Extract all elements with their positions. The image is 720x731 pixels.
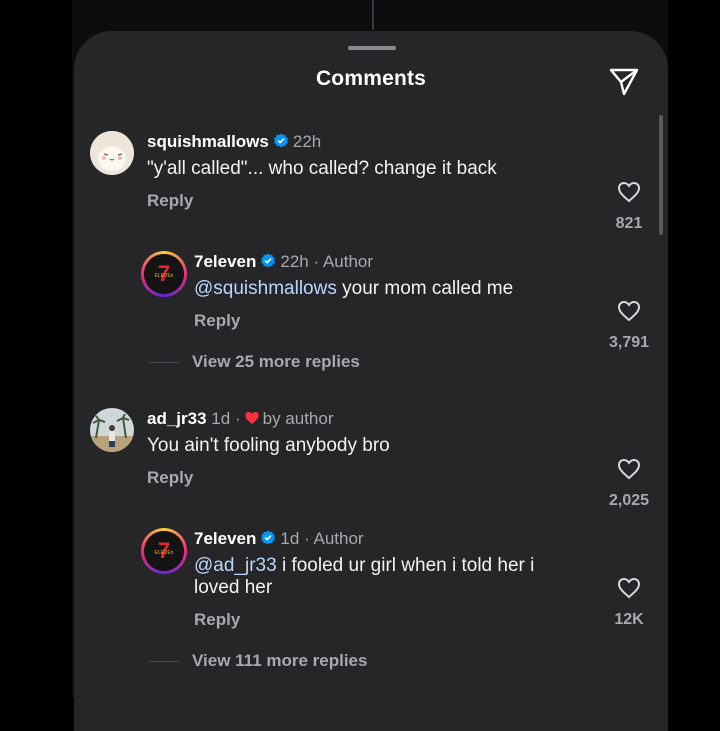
avatar-ad_jr33[interactable] (90, 408, 134, 452)
drag-handle[interactable] (348, 46, 396, 50)
username[interactable]: 7eleven (194, 529, 256, 548)
view-more-replies-button[interactable]: View 111 more replies (192, 651, 367, 671)
reply-button[interactable]: Reply (194, 610, 240, 630)
heart-icon[interactable] (617, 458, 641, 480)
timestamp: 1d (280, 529, 300, 548)
avatar-squishmallows[interactable] (90, 131, 134, 175)
author-tag: · Author (313, 252, 374, 271)
reply-text: your mom called me (336, 278, 514, 299)
heart-icon[interactable] (617, 181, 641, 203)
svg-text:ELEVEn: ELEVEn (155, 273, 174, 279)
send-icon[interactable] (608, 65, 640, 97)
comment-text: @ad_jr33 i fooled ur girl when i told he… (194, 554, 534, 577)
verified-badge-icon (261, 253, 276, 268)
timestamp: 1d (211, 409, 231, 428)
reply-button[interactable]: Reply (147, 191, 193, 211)
separator-dot: · (234, 409, 241, 428)
like-count: 12K (614, 611, 644, 628)
author-tag: · Author (304, 529, 364, 548)
liked-by-author-label: by author (262, 409, 334, 428)
comment-header: squishmallows 22h (147, 132, 321, 152)
reply-text: i fooled ur girl when i told her i (276, 555, 535, 576)
verified-badge-icon (273, 133, 288, 148)
view-replies-line (149, 362, 179, 363)
comment-text-line2: loved her (194, 577, 273, 598)
comment-header: 7eleven 22h · Author (194, 252, 373, 272)
reply-button[interactable]: Reply (147, 468, 193, 488)
heart-icon[interactable] (617, 577, 641, 599)
username[interactable]: ad_jr33 (147, 409, 207, 428)
mention-link[interactable]: @squishmallows (194, 278, 337, 299)
view-replies-line (149, 661, 179, 662)
comment-header: ad_jr33 1d · by author (147, 409, 334, 429)
heart-icon[interactable] (617, 300, 641, 322)
like-count: 3,791 (608, 334, 650, 351)
comment-text: You ain't fooling anybody bro (147, 435, 390, 456)
svg-text:ELEVEn: ELEVEn (155, 550, 174, 556)
comments-sheet: Comments squishmallows 22h "y'all called"… (74, 31, 668, 731)
comment-text: @squishmallows your mom called me (194, 277, 513, 300)
sheet-title: Comments (315, 67, 427, 90)
username[interactable]: squishmallows (147, 132, 269, 151)
verified-badge-icon (261, 530, 276, 545)
mention-link[interactable]: @ad_jr33 (194, 555, 277, 576)
avatar-7eleven[interactable]: 7 ELEVEn (141, 528, 187, 574)
reply-button[interactable]: Reply (194, 311, 240, 331)
liked-by-author-heart-icon (244, 412, 259, 424)
timestamp: 22h (292, 132, 322, 151)
avatar-7eleven[interactable]: 7 ELEVEn (141, 251, 187, 297)
username[interactable]: 7eleven (194, 252, 256, 271)
view-more-replies-button[interactable]: View 25 more replies (192, 352, 360, 372)
like-count: 821 (615, 215, 643, 232)
comment-text: "y'all called"... who called? change it … (147, 158, 497, 179)
video-progress-line (372, 0, 374, 30)
like-count: 2,025 (608, 492, 650, 509)
comment-header: 7eleven 1d · Author (194, 529, 364, 549)
timestamp: 22h (280, 252, 309, 271)
